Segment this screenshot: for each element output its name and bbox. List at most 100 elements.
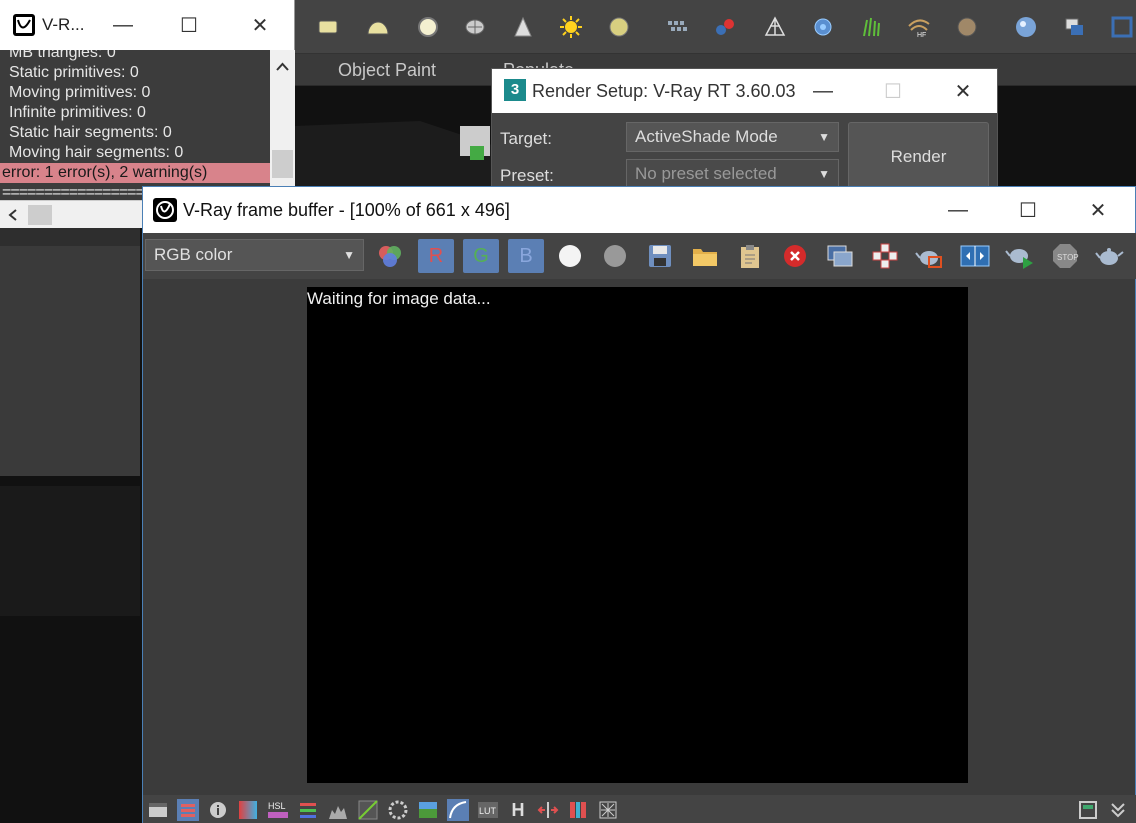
- vfb-titlebar[interactable]: V-Ray frame buffer - [100% of 661 x 496]…: [143, 187, 1135, 233]
- ies-light-icon[interactable]: [510, 14, 536, 40]
- lens-effects-icon[interactable]: [447, 799, 469, 821]
- stamp-button[interactable]: H: [507, 799, 529, 821]
- exposure-icon[interactable]: [387, 799, 409, 821]
- red-channel-button[interactable]: R: [418, 239, 454, 273]
- sun-icon[interactable]: [558, 14, 584, 40]
- expand-down-icon[interactable]: [1107, 799, 1129, 821]
- vfb-close-button[interactable]: ✕: [1075, 187, 1121, 233]
- render-teapot-icon[interactable]: [1002, 239, 1038, 273]
- preset-label: Preset:: [500, 166, 554, 185]
- svg-text:LUT: LUT: [479, 806, 497, 816]
- render-image-area[interactable]: Waiting for image data...: [307, 287, 968, 783]
- vfb-minimize-button[interactable]: —: [935, 187, 981, 233]
- channel-value: RGB color: [154, 245, 233, 264]
- vray-logo-icon: [13, 14, 35, 36]
- log-error-line: error: 1 error(s), 2 warning(s): [0, 163, 270, 183]
- displacement-icon[interactable]: [810, 14, 836, 40]
- hsl-icon[interactable]: HSL: [267, 799, 289, 821]
- mesh-light-icon[interactable]: [462, 14, 488, 40]
- compare-ab-icon[interactable]: [957, 239, 993, 273]
- color-balance-icon[interactable]: [297, 799, 319, 821]
- fur-icon[interactable]: [665, 14, 691, 40]
- render-setup-icon[interactable]: [1061, 14, 1087, 40]
- desktop: HF Object Paint Populate V-R... — ☐ ✕ M: [0, 0, 1136, 823]
- follow-mouse-icon[interactable]: [597, 799, 619, 821]
- layers-icon[interactable]: [177, 799, 199, 821]
- log-line: MB triangles: 0: [9, 50, 116, 61]
- monochrome-icon[interactable]: [597, 239, 633, 273]
- channel-dropdown[interactable]: RGB color ▼: [145, 239, 364, 271]
- render-setup-titlebar[interactable]: 3 Render Setup: V-Ray RT 3.60.03 — ☐ ✕: [492, 69, 997, 113]
- tab-object-paint[interactable]: Object Paint: [338, 60, 436, 81]
- vfb-toolbar: RGB color ▼ R G B STOP: [143, 233, 1136, 279]
- log-vertical-scrollbar[interactable]: [270, 50, 295, 200]
- save-icon[interactable]: [642, 239, 678, 273]
- background-image-icon[interactable]: [417, 799, 439, 821]
- teapot-icon[interactable]: [1092, 239, 1128, 273]
- mesh-export-icon[interactable]: [762, 14, 788, 40]
- 3dsmax-logo-icon: 3: [504, 79, 526, 101]
- dome-light-icon[interactable]: [365, 14, 391, 40]
- teapot-region-icon[interactable]: [912, 239, 948, 273]
- log-line: Static primitives: 0: [9, 64, 139, 81]
- alpha-white-icon[interactable]: [552, 239, 588, 273]
- track-mouse-icon[interactable]: [822, 239, 858, 273]
- log-title: V-R...: [42, 15, 85, 34]
- hair-icon[interactable]: HF: [906, 14, 932, 40]
- chevron-down-icon: ▼: [818, 130, 830, 144]
- vfb-title: V-Ray frame buffer - [100% of 661 x 496]: [183, 199, 510, 220]
- render-frame-icon[interactable]: [1109, 14, 1135, 40]
- log-line: Infinite primitives: 0: [9, 104, 146, 121]
- panel-toggle-icon[interactable]: [1077, 799, 1099, 821]
- log-minimize-button[interactable]: —: [100, 0, 146, 50]
- preset-value: No preset selected: [635, 164, 777, 183]
- rs-minimize-button[interactable]: —: [800, 69, 846, 113]
- log-titlebar[interactable]: V-R... — ☐ ✕: [0, 0, 294, 50]
- vfb-bottom-toolbar: HSL LUT H: [143, 795, 1136, 823]
- log-line: Moving primitives: 0: [9, 84, 151, 101]
- target-dropdown[interactable]: ActiveShade Mode ▼: [626, 122, 839, 152]
- plane-icon[interactable]: [315, 14, 341, 40]
- blue-channel-button[interactable]: B: [508, 239, 544, 273]
- render-setup-title: Render Setup: V-Ray RT 3.60.03: [532, 80, 796, 101]
- log-line: Static hair segments: 0: [9, 124, 172, 141]
- rgb-display-icon[interactable]: [372, 239, 408, 273]
- clear-image-icon[interactable]: [777, 239, 813, 273]
- vray-logo-icon: [153, 198, 177, 222]
- rs-close-button[interactable]: ✕: [940, 69, 986, 113]
- chevron-down-icon: ▼: [818, 167, 830, 181]
- max-main-toolbar: HF: [295, 0, 1136, 54]
- render-button[interactable]: Render: [848, 122, 989, 190]
- svg-text:HF: HF: [917, 32, 926, 38]
- chevron-down-icon: ▼: [343, 248, 355, 262]
- ambient-light-icon[interactable]: [606, 14, 632, 40]
- stop-render-icon[interactable]: STOP: [1047, 239, 1083, 273]
- open-folder-icon[interactable]: [687, 239, 723, 273]
- render-setup-window: 3 Render Setup: V-Ray RT 3.60.03 — ☐ ✕ T…: [491, 68, 998, 192]
- lut-icon[interactable]: LUT: [477, 799, 499, 821]
- color-correction-icon[interactable]: [237, 799, 259, 821]
- grass-icon[interactable]: [858, 14, 884, 40]
- proxy-icon[interactable]: [713, 14, 739, 40]
- log-close-button[interactable]: ✕: [237, 0, 283, 50]
- preset-dropdown[interactable]: No preset selected ▼: [626, 159, 839, 189]
- history-window-icon[interactable]: [147, 799, 169, 821]
- svg-text:STOP: STOP: [1057, 253, 1079, 262]
- info-icon[interactable]: [207, 799, 229, 821]
- region-render-icon[interactable]: [867, 239, 903, 273]
- curves-icon[interactable]: [357, 799, 379, 821]
- vray-frame-buffer-window: V-Ray frame buffer - [100% of 661 x 496]…: [142, 186, 1136, 823]
- rs-maximize-button[interactable]: ☐: [870, 69, 916, 113]
- compare-split-icon[interactable]: [537, 799, 559, 821]
- levels-icon[interactable]: [327, 799, 349, 821]
- clipboard-icon[interactable]: [732, 239, 768, 273]
- material-sphere-icon[interactable]: [1013, 14, 1039, 40]
- log-content: MB triangles: 0 Static primitives: 0 Mov…: [0, 50, 270, 200]
- green-channel-button[interactable]: G: [463, 239, 499, 273]
- log-maximize-button[interactable]: ☐: [166, 0, 212, 50]
- svg-text:HSL: HSL: [268, 801, 286, 811]
- vfb-maximize-button[interactable]: ☐: [1005, 187, 1051, 233]
- pixel-aspect-icon[interactable]: [567, 799, 589, 821]
- sphere-light-icon[interactable]: [415, 14, 441, 40]
- orb-icon[interactable]: [954, 14, 980, 40]
